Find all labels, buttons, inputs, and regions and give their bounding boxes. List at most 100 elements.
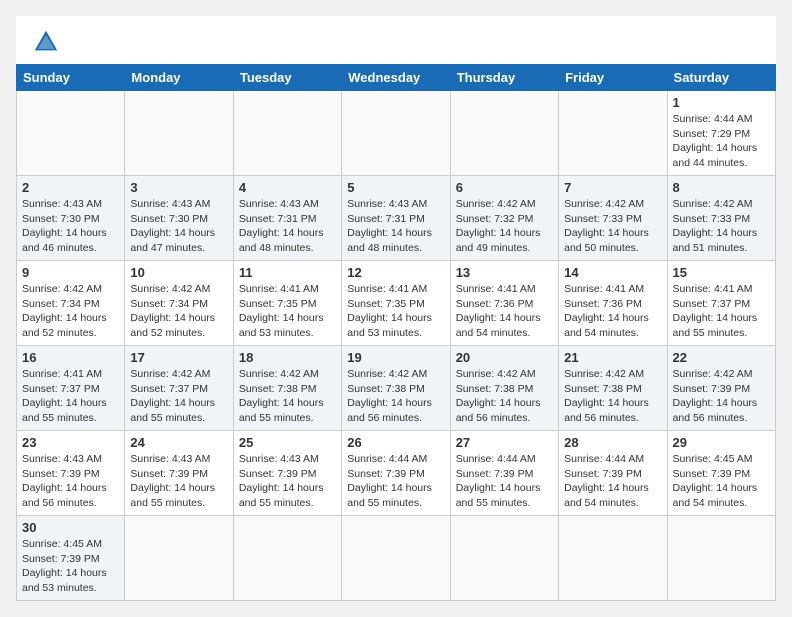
day-number-28: 28 <box>564 435 661 450</box>
day-cell-14: 14 Sunrise: 4:41 AMSunset: 7:36 PMDayligh… <box>559 261 667 346</box>
day-info-18: Sunrise: 4:42 AMSunset: 7:38 PMDaylight:… <box>239 367 336 426</box>
day-number-2: 2 <box>22 180 119 195</box>
day-cell-21: 21 Sunrise: 4:42 AMSunset: 7:38 PMDayligh… <box>559 346 667 431</box>
day-number-29: 29 <box>673 435 770 450</box>
day-cell-7: 7 Sunrise: 4:42 AMSunset: 7:33 PMDaylight… <box>559 176 667 261</box>
day-cell-23: 23 Sunrise: 4:43 AMSunset: 7:39 PMDayligh… <box>17 431 125 516</box>
day-cell-15: 15Sunrise: 4:41 AMSunset: 7:37 PMDayligh… <box>667 261 775 346</box>
day-number-11: 11 <box>239 265 336 280</box>
day-cell-13: 13 Sunrise: 4:41 AMSunset: 7:36 PMDayligh… <box>450 261 558 346</box>
day-info-26: Sunrise: 4:44 AMSunset: 7:39 PMDaylight:… <box>347 452 444 511</box>
empty-cell <box>450 91 558 176</box>
day-info-19: Sunrise: 4:42 AMSunset: 7:38 PMDaylight:… <box>347 367 444 426</box>
day-number-6: 6 <box>456 180 553 195</box>
day-info-30: Sunrise: 4:45 AMSunset: 7:39 PMDaylight:… <box>22 537 119 596</box>
empty-cell <box>342 516 450 601</box>
day-cell-6: 6 Sunrise: 4:42 AMSunset: 7:32 PMDaylight… <box>450 176 558 261</box>
day-number-8: 8 <box>673 180 770 195</box>
day-cell-27: 27 Sunrise: 4:44 AMSunset: 7:39 PMDayligh… <box>450 431 558 516</box>
empty-cell <box>233 91 341 176</box>
empty-cell <box>559 516 667 601</box>
day-number-4: 4 <box>239 180 336 195</box>
day-number-17: 17 <box>130 350 227 365</box>
day-info-1: Sunrise: 4:44 AMSunset: 7:29 PMDaylight:… <box>673 112 770 171</box>
day-info-22: Sunrise: 4:42 AMSunset: 7:39 PMDaylight:… <box>673 367 770 426</box>
day-number-27: 27 <box>456 435 553 450</box>
day-number-18: 18 <box>239 350 336 365</box>
day-number-23: 23 <box>22 435 119 450</box>
day-cell-30: 30 Sunrise: 4:45 AMSunset: 7:39 PMDayligh… <box>17 516 125 601</box>
day-info-5: Sunrise: 4:43 AMSunset: 7:31 PMDaylight:… <box>347 197 444 256</box>
day-cell-16: 16Sunrise: 4:41 AMSunset: 7:37 PMDayligh… <box>17 346 125 431</box>
header-wednesday: Wednesday <box>342 65 450 91</box>
day-cell-24: 24 Sunrise: 4:43 AMSunset: 7:39 PMDayligh… <box>125 431 233 516</box>
day-cell-25: 25 Sunrise: 4:43 AMSunset: 7:39 PMDayligh… <box>233 431 341 516</box>
header-monday: Monday <box>125 65 233 91</box>
day-info-21: Sunrise: 4:42 AMSunset: 7:38 PMDaylight:… <box>564 367 661 426</box>
day-number-1: 1 <box>673 95 770 110</box>
day-cell-1: 1 Sunrise: 4:44 AMSunset: 7:29 PMDaylight… <box>667 91 775 176</box>
day-number-26: 26 <box>347 435 444 450</box>
day-info-2: Sunrise: 4:43 AMSunset: 7:30 PMDaylight:… <box>22 197 119 256</box>
day-info-12: Sunrise: 4:41 AMSunset: 7:35 PMDaylight:… <box>347 282 444 341</box>
day-info-29: Sunrise: 4:45 AMSunset: 7:39 PMDaylight:… <box>673 452 770 511</box>
empty-cell <box>342 91 450 176</box>
day-cell-2: 2 Sunrise: 4:43 AMSunset: 7:30 PMDaylight… <box>17 176 125 261</box>
day-info-8: Sunrise: 4:42 AMSunset: 7:33 PMDaylight:… <box>673 197 770 256</box>
day-cell-9: 9Sunrise: 4:42 AMSunset: 7:34 PMDaylight… <box>17 261 125 346</box>
day-number-3: 3 <box>130 180 227 195</box>
day-cell-18: 18 Sunrise: 4:42 AMSunset: 7:38 PMDayligh… <box>233 346 341 431</box>
weekday-header-row: Sunday Monday Tuesday Wednesday Thursday… <box>17 65 776 91</box>
day-info-6: Sunrise: 4:42 AMSunset: 7:32 PMDaylight:… <box>456 197 553 256</box>
day-number-21: 21 <box>564 350 661 365</box>
empty-cell <box>125 516 233 601</box>
day-cell-22: 22Sunrise: 4:42 AMSunset: 7:39 PMDayligh… <box>667 346 775 431</box>
day-number-13: 13 <box>456 265 553 280</box>
day-number-20: 20 <box>456 350 553 365</box>
day-number-30: 30 <box>22 520 119 535</box>
day-cell-8: 8 Sunrise: 4:42 AMSunset: 7:33 PMDaylight… <box>667 176 775 261</box>
day-info-23: Sunrise: 4:43 AMSunset: 7:39 PMDaylight:… <box>22 452 119 511</box>
day-info-28: Sunrise: 4:44 AMSunset: 7:39 PMDaylight:… <box>564 452 661 511</box>
day-info-20: Sunrise: 4:42 AMSunset: 7:38 PMDaylight:… <box>456 367 553 426</box>
day-cell-29: 29 Sunrise: 4:45 AMSunset: 7:39 PMDayligh… <box>667 431 775 516</box>
day-cell-5: 5 Sunrise: 4:43 AMSunset: 7:31 PMDaylight… <box>342 176 450 261</box>
calendar-page: Sunday Monday Tuesday Wednesday Thursday… <box>16 16 776 601</box>
calendar-row-3: 9Sunrise: 4:42 AMSunset: 7:34 PMDaylight… <box>17 261 776 346</box>
day-number-15: 15 <box>673 265 770 280</box>
day-number-19: 19 <box>347 350 444 365</box>
calendar-row-1: 1 Sunrise: 4:44 AMSunset: 7:29 PMDaylight… <box>17 91 776 176</box>
day-info-3: Sunrise: 4:43 AMSunset: 7:30 PMDaylight:… <box>130 197 227 256</box>
day-number-14: 14 <box>564 265 661 280</box>
day-info-7: Sunrise: 4:42 AMSunset: 7:33 PMDaylight:… <box>564 197 661 256</box>
calendar-row-5: 23 Sunrise: 4:43 AMSunset: 7:39 PMDayligh… <box>17 431 776 516</box>
empty-cell <box>450 516 558 601</box>
day-number-5: 5 <box>347 180 444 195</box>
day-cell-26: 26 Sunrise: 4:44 AMSunset: 7:39 PMDayligh… <box>342 431 450 516</box>
day-info-27: Sunrise: 4:44 AMSunset: 7:39 PMDaylight:… <box>456 452 553 511</box>
day-number-25: 25 <box>239 435 336 450</box>
day-info-24: Sunrise: 4:43 AMSunset: 7:39 PMDaylight:… <box>130 452 227 511</box>
day-number-24: 24 <box>130 435 227 450</box>
calendar-row-2: 2 Sunrise: 4:43 AMSunset: 7:30 PMDaylight… <box>17 176 776 261</box>
day-cell-17: 17 Sunrise: 4:42 AMSunset: 7:37 PMDayligh… <box>125 346 233 431</box>
header <box>16 16 776 64</box>
day-info-4: Sunrise: 4:43 AMSunset: 7:31 PMDaylight:… <box>239 197 336 256</box>
logo <box>32 28 64 56</box>
day-info-16: Sunrise: 4:41 AMSunset: 7:37 PMDaylight:… <box>22 367 119 426</box>
day-number-12: 12 <box>347 265 444 280</box>
header-tuesday: Tuesday <box>233 65 341 91</box>
header-sunday: Sunday <box>17 65 125 91</box>
day-info-14: Sunrise: 4:41 AMSunset: 7:36 PMDaylight:… <box>564 282 661 341</box>
day-info-25: Sunrise: 4:43 AMSunset: 7:39 PMDaylight:… <box>239 452 336 511</box>
day-cell-11: 11Sunrise: 4:41 AMSunset: 7:35 PMDayligh… <box>233 261 341 346</box>
day-info-17: Sunrise: 4:42 AMSunset: 7:37 PMDaylight:… <box>130 367 227 426</box>
day-cell-19: 19 Sunrise: 4:42 AMSunset: 7:38 PMDayligh… <box>342 346 450 431</box>
day-number-7: 7 <box>564 180 661 195</box>
empty-cell <box>667 516 775 601</box>
empty-cell <box>17 91 125 176</box>
header-saturday: Saturday <box>667 65 775 91</box>
day-cell-28: 28 Sunrise: 4:44 AMSunset: 7:39 PMDayligh… <box>559 431 667 516</box>
day-cell-4: 4 Sunrise: 4:43 AMSunset: 7:31 PMDaylight… <box>233 176 341 261</box>
day-info-13: Sunrise: 4:41 AMSunset: 7:36 PMDaylight:… <box>456 282 553 341</box>
